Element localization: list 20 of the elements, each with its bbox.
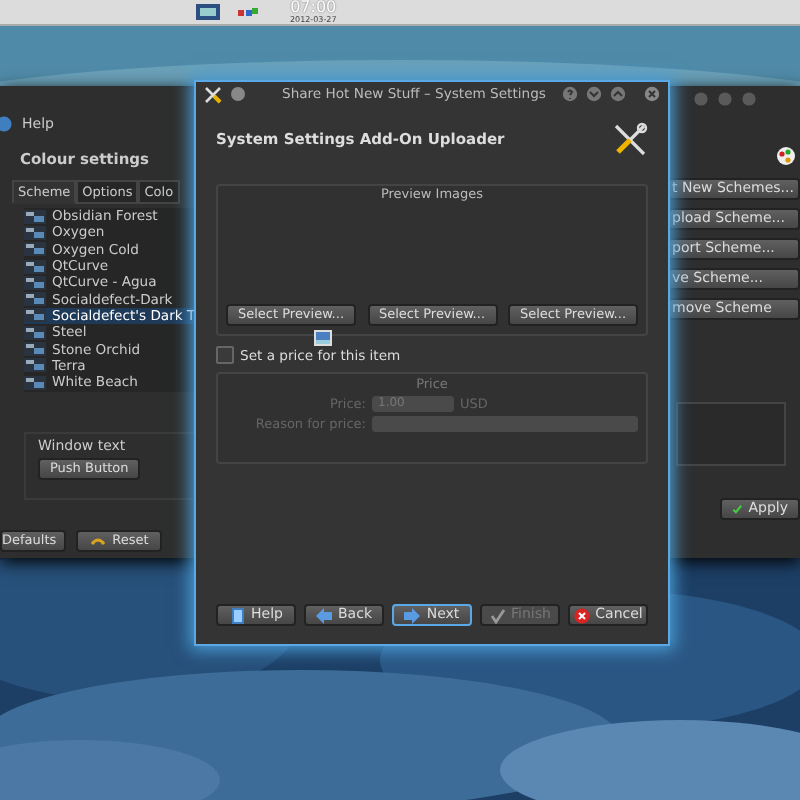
checkbox[interactable] [216,346,234,364]
window-control-icon[interactable] [230,86,246,102]
back-arrow-icon [316,607,332,623]
preview-field [676,402,786,466]
tray-icon[interactable] [194,2,222,22]
undo-icon [90,535,107,547]
help-icon[interactable] [0,116,16,132]
minimize-icon[interactable] [585,86,602,102]
help-icon [229,607,246,623]
help-icon[interactable] [561,86,578,102]
check-icon [732,502,743,516]
maximize-icon[interactable] [609,86,626,102]
check-icon [489,607,506,623]
next-arrow-icon [404,607,421,623]
tools-icon [204,85,222,103]
image-icon [313,330,331,346]
palette-icon [776,146,796,166]
tools-icon [612,122,648,158]
cancel-icon [573,607,590,623]
close-icon[interactable] [644,86,660,102]
